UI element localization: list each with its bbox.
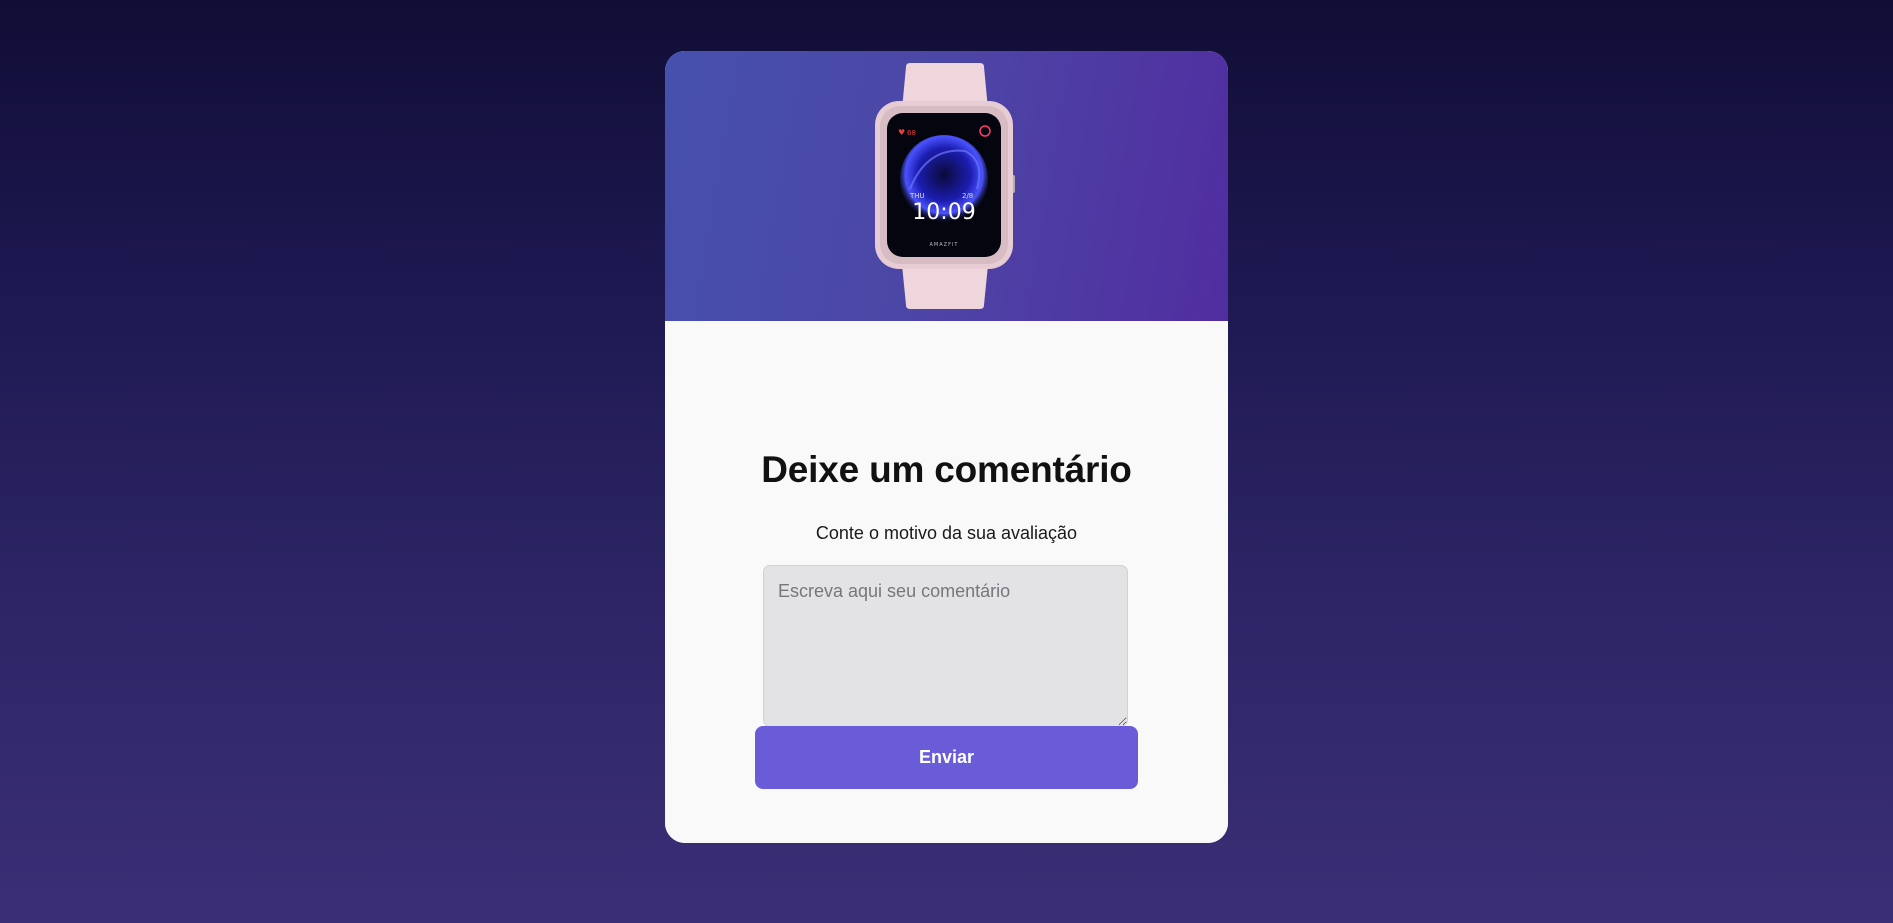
form-subtitle: Conte o motivo da sua avaliação: [815, 523, 1078, 543]
feedback-card: ♥ 68 THU 2/8 10:09 AMAZFIT Deixe um come…: [665, 51, 1228, 843]
watch-brand: AMAZFIT: [930, 242, 959, 248]
smartwatch-image: ♥ 68 THU 2/8 10:09 AMAZFIT: [875, 63, 1015, 309]
watch-time: 10:09: [912, 200, 975, 225]
svg-text:♥: ♥: [898, 128, 905, 137]
product-hero: ♥ 68 THU 2/8 10:09 AMAZFIT: [665, 51, 1228, 321]
comment-textarea[interactable]: [763, 565, 1128, 727]
watch-heart-rate: 68: [907, 129, 916, 137]
watch-date: 2/8: [962, 192, 973, 200]
watch-day: THU: [909, 192, 925, 200]
submit-button[interactable]: Enviar: [755, 726, 1138, 789]
form-title: Deixe um comentário: [761, 449, 1132, 490]
comment-form: Deixe um comentário Conte o motivo da su…: [665, 321, 1228, 843]
